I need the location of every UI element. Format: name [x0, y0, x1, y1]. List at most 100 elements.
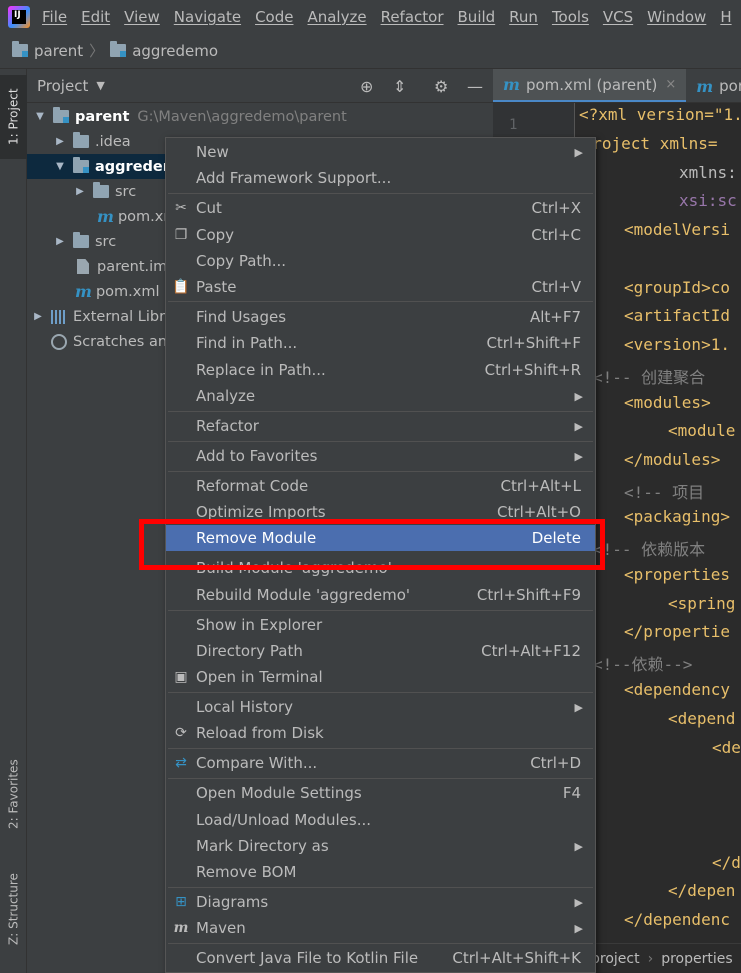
locate-icon[interactable]: ⊕	[360, 77, 373, 96]
menu-navigate[interactable]: Navigate	[174, 8, 241, 26]
expanded-arrow-icon[interactable]: ▼	[53, 161, 67, 172]
menu-item-add-framework-support[interactable]: Add Framework Support...	[166, 165, 595, 191]
menu-item-mark-directory-as[interactable]: Mark Directory as ▶	[166, 833, 595, 859]
menu-item-reload-from-disk[interactable]: ⟳ Reload from Disk	[166, 720, 595, 746]
menu-item-build-module[interactable]: Build Module 'aggredemo'	[166, 555, 595, 581]
menu-help[interactable]: H	[720, 8, 731, 26]
terminal-icon: ▣	[174, 669, 188, 685]
breadcrumb-aggredemo[interactable]: aggredemo	[132, 42, 218, 60]
code-line[interactable]: <packaging>	[624, 507, 730, 526]
code-line[interactable]: </modules>	[624, 450, 720, 469]
code-comment[interactable]: <!-- 创建聚合	[593, 364, 705, 388]
menu-code[interactable]: Code	[255, 8, 293, 26]
menu-item-maven[interactable]: m Maven ▶	[166, 915, 595, 941]
submenu-arrow-icon: ▶	[574, 700, 583, 714]
code-line[interactable]: </propertie	[624, 622, 730, 641]
expanded-arrow-icon[interactable]: ▼	[33, 111, 47, 122]
menu-separator	[168, 778, 593, 779]
menu-item-copy-path[interactable]: Copy Path...	[166, 248, 595, 274]
code-line[interactable]: <groupId>co	[624, 278, 730, 297]
library-icon	[51, 309, 67, 324]
breadcrumb-parent[interactable]: parent	[34, 42, 83, 60]
menu-item-compare-with[interactable]: ⇄ Compare With... Ctrl+D	[166, 750, 595, 776]
menu-item-diagrams[interactable]: ⊞ Diagrams ▶	[166, 889, 595, 915]
menu-item-optimize-imports[interactable]: Optimize Imports Ctrl+Alt+O	[166, 499, 595, 525]
menu-item-reformat-code[interactable]: Reformat Code Ctrl+Alt+L	[166, 473, 595, 499]
code-comment[interactable]: <!-- 依赖版本	[593, 536, 705, 560]
tree-item-parent[interactable]: ▼ parent G:\Maven\aggredemo\parent	[27, 104, 493, 129]
menu-run[interactable]: Run	[509, 8, 538, 26]
code-line[interactable]: xsi:sc	[679, 191, 737, 210]
menu-item-remove-module[interactable]: Remove Module Delete	[166, 525, 595, 551]
chevron-down-icon[interactable]: ▼	[96, 79, 104, 92]
menu-item-find-usages[interactable]: Find Usages Alt+F7	[166, 304, 595, 330]
collapse-all-icon[interactable]: ⇕	[393, 77, 406, 96]
menu-item-copy[interactable]: ❐ Copy Ctrl+C	[166, 222, 595, 248]
editor-breadcrumb-properties[interactable]: properties	[661, 951, 732, 967]
menu-item-paste[interactable]: 📋 Paste Ctrl+V	[166, 274, 595, 300]
code-line[interactable]: <dependency	[624, 680, 730, 699]
menu-separator	[168, 610, 593, 611]
project-view-selector[interactable]: Project	[37, 77, 88, 95]
menu-item-add-to-favorites[interactable]: Add to Favorites ▶	[166, 443, 595, 469]
code-line[interactable]: <artifactId	[624, 306, 730, 325]
menu-window[interactable]: Window	[647, 8, 706, 26]
hide-icon[interactable]: —	[467, 77, 483, 96]
submenu-arrow-icon: ▶	[574, 419, 583, 433]
code-line[interactable]: xmlns:	[679, 163, 737, 182]
code-line[interactable]: <de	[712, 738, 741, 757]
menu-build[interactable]: Build	[458, 8, 496, 26]
code-line[interactable]: </d	[712, 853, 741, 872]
collapsed-arrow-icon[interactable]: ▶	[73, 186, 87, 197]
menu-item-find-in-path[interactable]: Find in Path... Ctrl+Shift+F	[166, 330, 595, 356]
menu-analyze[interactable]: Analyze	[307, 8, 366, 26]
iml-file-icon	[77, 259, 89, 274]
gear-icon[interactable]: ⚙	[434, 77, 448, 96]
code-line[interactable]: <modelVersi	[624, 220, 730, 239]
collapsed-arrow-icon[interactable]: ▶	[53, 136, 67, 147]
copy-icon: ❐	[174, 227, 188, 243]
menu-item-open-module-settings[interactable]: Open Module Settings F4	[166, 780, 595, 806]
menu-item-replace-in-path[interactable]: Replace in Path... Ctrl+Shift+R	[166, 357, 595, 383]
editor-breadcrumb-project[interactable]: project	[591, 951, 640, 967]
collapsed-arrow-icon[interactable]: ▶	[31, 311, 45, 322]
tool-tab-structure[interactable]: Z: Structure	[0, 859, 27, 959]
menu-item-rebuild-module[interactable]: Rebuild Module 'aggredemo' Ctrl+Shift+F9	[166, 582, 595, 608]
menu-edit[interactable]: Edit	[81, 8, 110, 26]
menu-item-directory-path[interactable]: Directory Path Ctrl+Alt+F12	[166, 638, 595, 664]
code-comment[interactable]: <!-- 项目	[624, 479, 704, 503]
maven-file-icon: m	[97, 207, 114, 226]
code-line[interactable]: <depend	[668, 709, 735, 728]
close-icon[interactable]: ×	[665, 77, 676, 92]
menu-file[interactable]: File	[42, 8, 67, 26]
menu-item-local-history[interactable]: Local History ▶	[166, 694, 595, 720]
editor-tab-pom[interactable]: m pom	[686, 69, 741, 102]
menu-item-cut[interactable]: ✂ Cut Ctrl+X	[166, 195, 595, 221]
menu-item-show-in-explorer[interactable]: Show in Explorer	[166, 612, 595, 638]
menu-item-open-in-terminal[interactable]: ▣ Open in Terminal	[166, 664, 595, 690]
menu-refactor[interactable]: Refactor	[381, 8, 444, 26]
collapsed-arrow-icon[interactable]: ▶	[53, 236, 67, 247]
menu-item-load-unload-modules[interactable]: Load/Unload Modules...	[166, 807, 595, 833]
code-line[interactable]: <spring	[668, 594, 735, 613]
code-line[interactable]: </dependenc	[624, 910, 730, 929]
code-line[interactable]: <version>1.	[624, 335, 730, 354]
code-line[interactable]: <module	[668, 421, 735, 440]
menu-item-refactor[interactable]: Refactor ▶	[166, 413, 595, 439]
code-comment[interactable]: <!--依赖-->	[593, 651, 692, 675]
tool-tab-project[interactable]: 1: Project	[0, 75, 27, 159]
menu-tools[interactable]: Tools	[552, 8, 589, 26]
tool-tab-favorites[interactable]: 2: Favorites	[0, 749, 27, 839]
editor-tab-pom-parent[interactable]: m pom.xml (parent) ×	[493, 69, 687, 102]
menu-item-remove-bom[interactable]: Remove BOM	[166, 859, 595, 885]
menu-vcs[interactable]: VCS	[603, 8, 633, 26]
code-line[interactable]: </depen	[668, 881, 735, 900]
code-line[interactable]: <modules>	[624, 393, 711, 412]
code-line[interactable]: <?xml version="1.0"	[579, 105, 741, 124]
maven-file-icon: m	[696, 76, 714, 96]
menu-view[interactable]: View	[124, 8, 160, 26]
menu-item-new[interactable]: New ▶	[166, 139, 595, 165]
menu-item-analyze[interactable]: Analyze ▶	[166, 383, 595, 409]
menu-item-convert-to-kotlin[interactable]: Convert Java File to Kotlin File Ctrl+Alt…	[166, 945, 595, 971]
code-line[interactable]: <properties	[624, 565, 730, 584]
